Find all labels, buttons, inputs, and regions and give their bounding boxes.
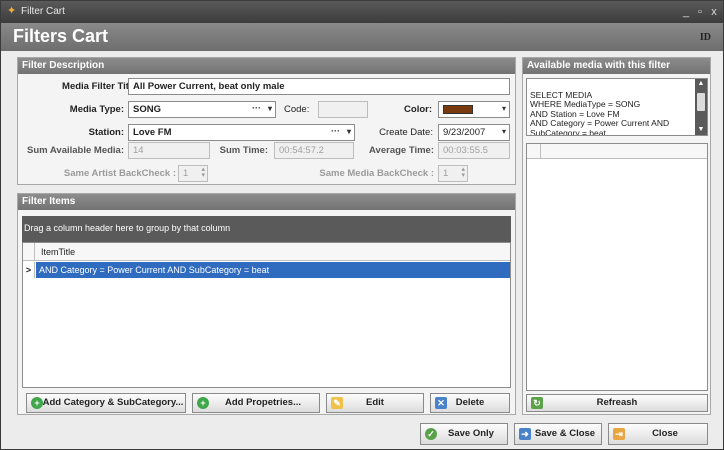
close-window-button[interactable]: x: [707, 5, 721, 19]
delete-label: Delete: [455, 397, 485, 408]
media-grid-header: [527, 144, 707, 159]
filter-cart-window: ✦ Filter Cart _ ▫ x Filters Cart ID Filt…: [0, 0, 724, 450]
filter-query-textbox[interactable]: SELECT MEDIA WHERE MediaType = SONG AND …: [526, 78, 708, 136]
column-header-itemtitle[interactable]: ItemTitle: [41, 247, 75, 257]
station-label: Station:: [88, 127, 124, 138]
grid-indicator-header: [23, 243, 35, 260]
scroll-down-icon[interactable]: ▼: [695, 125, 707, 135]
delete-icon: ✕: [435, 397, 447, 409]
same-artist-backcheck-value: 1: [183, 168, 189, 179]
media-grid-indicator-header: [527, 144, 541, 158]
save-only-label: Save Only: [448, 428, 494, 439]
chevron-down-icon[interactable]: ▾: [502, 127, 506, 136]
same-artist-backcheck-label: Same Artist BackCheck :: [63, 168, 176, 179]
header-banner: Filters Cart ID: [1, 23, 723, 51]
chevron-down-icon[interactable]: ▾: [347, 127, 351, 136]
available-media-panel: Available media with this filter SELECT …: [522, 57, 711, 415]
edit-button[interactable]: ✎ Edit: [326, 393, 424, 413]
stepper-arrows-icon[interactable]: ▴ ▾: [201, 166, 205, 179]
query-scrollbar[interactable]: ▲ ▼: [695, 79, 707, 135]
add-icon: +: [197, 397, 209, 409]
add-category-subcategory-label: Add Category & SubCategory...: [42, 397, 184, 408]
add-properties-label: Add Propetries...: [224, 397, 301, 408]
filter-items-panel: Filter Items Drag a column header here t…: [17, 193, 516, 415]
check-icon: ✓: [425, 428, 437, 440]
color-label: Color:: [404, 104, 432, 115]
sum-available-media-field: 14: [128, 142, 210, 159]
group-by-panel[interactable]: Drag a column header here to group by th…: [22, 216, 511, 242]
row-item-title[interactable]: AND Category = Power Current AND SubCate…: [36, 262, 510, 278]
edit-icon: ✎: [331, 397, 343, 409]
media-type-browse-icon[interactable]: ···: [252, 103, 261, 113]
save-close-label: Save & Close: [534, 428, 596, 439]
station-browse-icon[interactable]: ···: [331, 126, 340, 136]
sum-time-field: 00:54:57.2: [274, 142, 354, 159]
same-media-backcheck-stepper[interactable]: 1 ▴ ▾: [438, 165, 468, 182]
grid-header-row: ItemTitle: [23, 243, 510, 261]
sum-available-media-label: Sum Available Media:: [27, 145, 124, 156]
filter-description-header: Filter Description: [18, 58, 515, 74]
station-value: Love FM: [133, 127, 172, 138]
add-properties-button[interactable]: + Add Propetries...: [192, 393, 320, 413]
add-category-subcategory-button[interactable]: + Add Category & SubCategory...: [26, 393, 186, 413]
available-media-header: Available media with this filter: [523, 58, 710, 74]
average-time-field: 00:03:55.5: [438, 142, 510, 159]
stepper-arrows-icon[interactable]: ▴ ▾: [461, 166, 465, 179]
row-indicator: >: [23, 262, 35, 278]
window-title: Filter Cart: [21, 6, 65, 17]
same-artist-backcheck-stepper[interactable]: 1 ▴ ▾: [178, 165, 208, 182]
sum-time-label: Sum Time:: [219, 145, 268, 156]
media-type-value: SONG: [133, 104, 161, 115]
chevron-down-icon[interactable]: ▾: [502, 104, 506, 113]
create-date-picker[interactable]: 9/23/2007 ▾: [438, 124, 510, 141]
close-label: Close: [652, 428, 678, 439]
refresh-icon: ↻: [531, 397, 543, 409]
media-filter-title-label: Media Filter Title:: [62, 81, 140, 92]
close-button[interactable]: ⇥ Close: [608, 423, 708, 445]
average-time-label: Average Time:: [369, 145, 434, 156]
edit-label: Edit: [366, 397, 384, 408]
id-tag: ID: [699, 32, 711, 43]
table-row[interactable]: > AND Category = Power Current AND SubCa…: [23, 262, 510, 278]
close-door-icon: ⇥: [613, 428, 625, 440]
save-only-button[interactable]: ✓ Save Only: [420, 423, 508, 445]
create-date-value: 9/23/2007: [443, 127, 486, 138]
filter-query-text: SELECT MEDIA WHERE MediaType = SONG AND …: [530, 89, 670, 136]
filter-description-panel: Filter Description Media Filter Title: A…: [17, 57, 516, 185]
filter-items-header: Filter Items: [18, 194, 515, 210]
scroll-thumb[interactable]: [697, 93, 705, 111]
scroll-up-icon[interactable]: ▲: [695, 79, 707, 89]
media-filter-title-input[interactable]: All Power Current, beat only male: [128, 78, 510, 95]
maximize-button[interactable]: ▫: [693, 5, 707, 19]
media-type-label: Media Type:: [69, 104, 124, 115]
add-icon: +: [31, 397, 43, 409]
refresh-button[interactable]: ↻ Refreash: [526, 394, 708, 412]
page-title: Filters Cart: [13, 26, 109, 46]
filter-items-grid: ItemTitle > AND Category = Power Current…: [22, 242, 511, 388]
color-select[interactable]: ▾: [438, 101, 510, 118]
create-date-label: Create Date:: [379, 127, 433, 138]
code-label: Code:: [284, 104, 310, 115]
chevron-down-icon[interactable]: ▾: [268, 104, 272, 113]
same-media-backcheck-value: 1: [443, 168, 449, 179]
station-select[interactable]: Love FM ··· ▾: [128, 124, 355, 141]
delete-button[interactable]: ✕ Delete: [430, 393, 510, 413]
refresh-label: Refreash: [596, 397, 638, 408]
same-media-backcheck-label: Same Media BackCheck :: [319, 168, 434, 179]
available-media-grid[interactable]: [526, 143, 708, 391]
app-icon: ✦: [7, 5, 17, 17]
minimize-button[interactable]: _: [679, 5, 693, 19]
media-type-select[interactable]: SONG ··· ▾: [128, 101, 276, 118]
code-input[interactable]: [318, 101, 368, 118]
save-close-button[interactable]: ➜ Save & Close: [514, 423, 602, 445]
save-close-icon: ➜: [519, 428, 531, 440]
color-swatch: [443, 105, 473, 114]
title-bar[interactable]: ✦ Filter Cart _ ▫ x: [1, 1, 723, 23]
